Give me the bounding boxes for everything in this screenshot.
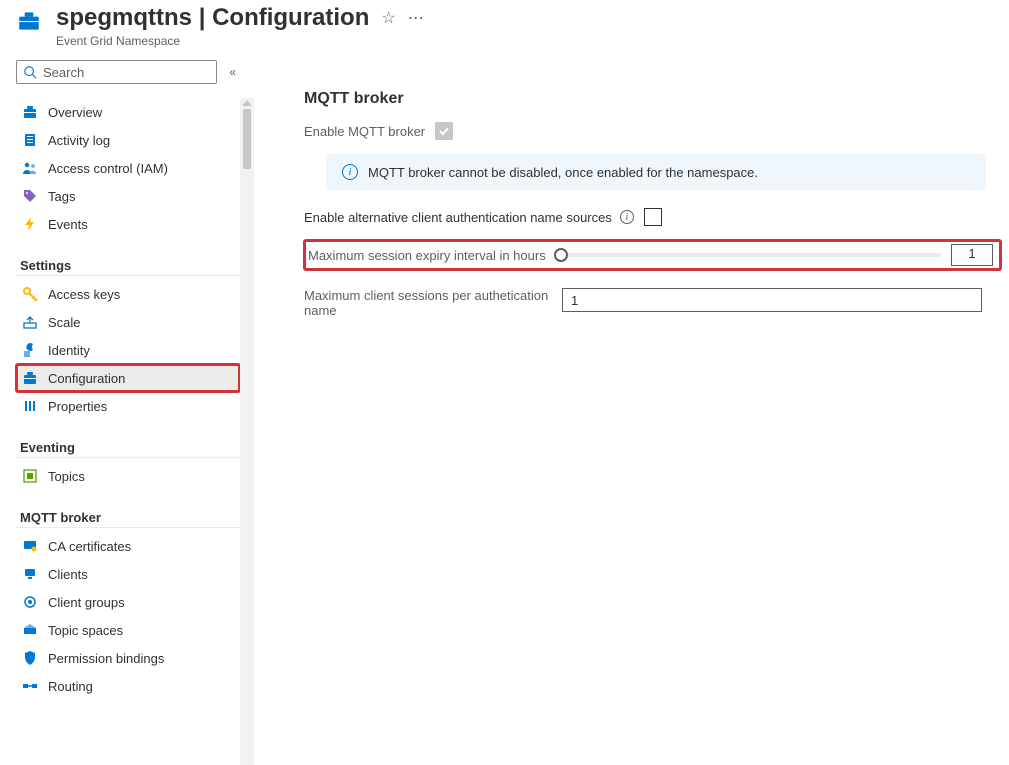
sidebar-item-label: Events bbox=[48, 217, 88, 232]
clientgroups-icon bbox=[22, 594, 38, 610]
properties-icon bbox=[22, 398, 38, 414]
alt-auth-label: Enable alternative client authentication… bbox=[304, 210, 612, 225]
session-expiry-label: Maximum session expiry interval in hours bbox=[308, 248, 548, 263]
sidebar-item-permission-bindings[interactable]: Permission bindings bbox=[16, 644, 240, 672]
alt-auth-checkbox[interactable] bbox=[644, 208, 662, 226]
topics-icon bbox=[22, 468, 38, 484]
cert-icon bbox=[22, 538, 38, 554]
sidebar-item-properties[interactable]: Properties bbox=[16, 392, 240, 420]
sidebar-item-label: Overview bbox=[48, 105, 102, 120]
topicspaces-icon bbox=[22, 622, 38, 638]
info-banner: i MQTT broker cannot be disabled, once e… bbox=[326, 154, 986, 190]
key-icon bbox=[22, 286, 38, 302]
sidebar-heading-settings: Settings bbox=[16, 252, 240, 276]
favorite-button[interactable]: ☆ bbox=[381, 8, 395, 28]
slider-thumb-icon[interactable] bbox=[554, 248, 568, 262]
max-sessions-input[interactable] bbox=[562, 288, 982, 312]
sidebar-item-tags[interactable]: Tags bbox=[16, 182, 240, 210]
sidebar-item-overview[interactable]: Overview bbox=[16, 98, 240, 126]
resource-name: spegmqttns bbox=[56, 4, 192, 31]
clients-icon bbox=[22, 566, 38, 582]
identity-icon bbox=[22, 342, 38, 358]
session-expiry-slider[interactable] bbox=[558, 253, 941, 257]
sidebar-item-client-groups[interactable]: Client groups bbox=[16, 588, 240, 616]
sidebar-item-label: Topics bbox=[48, 469, 85, 484]
sidebar-item-label: Tags bbox=[48, 189, 75, 204]
page-name: Configuration bbox=[212, 4, 369, 31]
max-sessions-label: Maximum client sessions per autheticatio… bbox=[304, 288, 552, 318]
sidebar-item-label: Activity log bbox=[48, 133, 110, 148]
sidebar-item-configuration[interactable]: Configuration bbox=[16, 364, 240, 392]
session-expiry-row: Maximum session expiry interval in hours… bbox=[304, 240, 1001, 270]
shield-icon bbox=[22, 650, 38, 666]
sidebar-item-clients[interactable]: Clients bbox=[16, 560, 240, 588]
sidebar-search-input[interactable]: Search bbox=[16, 60, 217, 84]
more-actions-button[interactable]: ⋯ bbox=[408, 8, 424, 28]
sidebar-item-label: Configuration bbox=[48, 371, 125, 386]
scale-icon bbox=[22, 314, 38, 330]
sidebar-item-label: Permission bindings bbox=[48, 651, 164, 666]
sidebar-item-label: Routing bbox=[48, 679, 93, 694]
sidebar-item-topics[interactable]: Topics bbox=[16, 462, 240, 490]
briefcase-icon bbox=[22, 370, 38, 386]
sidebar-item-label: Topic spaces bbox=[48, 623, 123, 638]
main-content: MQTT broker Enable MQTT broker i MQTT br… bbox=[248, 58, 1009, 765]
session-expiry-value[interactable]: 1 bbox=[951, 244, 993, 266]
section-title: MQTT broker bbox=[304, 90, 1001, 108]
sidebar-item-label: Client groups bbox=[48, 595, 125, 610]
sidebar-item-label: Access control (IAM) bbox=[48, 161, 168, 176]
log-icon bbox=[22, 132, 38, 148]
info-banner-text: MQTT broker cannot be disabled, once ena… bbox=[368, 165, 758, 180]
sidebar-item-label: Scale bbox=[48, 315, 81, 330]
sidebar-item-label: Clients bbox=[48, 567, 88, 582]
sidebar-item-access-keys[interactable]: Access keys bbox=[16, 280, 240, 308]
sidebar-item-label: Identity bbox=[48, 343, 90, 358]
collapse-sidebar-button[interactable]: « bbox=[225, 65, 240, 79]
sidebar-item-identity[interactable]: Identity bbox=[16, 336, 240, 364]
info-icon[interactable]: i bbox=[620, 210, 634, 224]
sidebar-item-routing[interactable]: Routing bbox=[16, 672, 240, 700]
sidebar-heading-mqtt: MQTT broker bbox=[16, 504, 240, 528]
check-icon bbox=[438, 125, 450, 137]
resource-type-icon bbox=[16, 8, 42, 34]
search-icon bbox=[23, 65, 37, 79]
resource-type-label: Event Grid Namespace bbox=[56, 34, 424, 48]
sidebar-item-activity-log[interactable]: Activity log bbox=[16, 126, 240, 154]
routing-icon bbox=[22, 678, 38, 694]
page-title: spegmqttns | Configuration bbox=[56, 4, 369, 32]
bolt-icon bbox=[22, 216, 38, 232]
briefcase-icon bbox=[22, 104, 38, 120]
sidebar-scrollbar[interactable] bbox=[240, 98, 254, 765]
sidebar-item-label: CA certificates bbox=[48, 539, 131, 554]
sidebar-item-events[interactable]: Events bbox=[16, 210, 240, 238]
sidebar-item-label: Properties bbox=[48, 399, 107, 414]
page-header: spegmqttns | Configuration ☆ ⋯ Event Gri… bbox=[0, 0, 1009, 58]
sidebar-item-topic-spaces[interactable]: Topic spaces bbox=[16, 616, 240, 644]
sidebar-item-access-control-iam-[interactable]: Access control (IAM) bbox=[16, 154, 240, 182]
sidebar-item-label: Access keys bbox=[48, 287, 120, 302]
sidebar-heading-eventing: Eventing bbox=[16, 434, 240, 458]
sidebar-item-scale[interactable]: Scale bbox=[16, 308, 240, 336]
enable-broker-label: Enable MQTT broker bbox=[304, 124, 425, 139]
sidebar: Search « Overview Activity log Access cont… bbox=[0, 58, 248, 765]
info-icon: i bbox=[342, 164, 358, 180]
sidebar-item-ca-certificates[interactable]: CA certificates bbox=[16, 532, 240, 560]
enable-broker-checkbox bbox=[435, 122, 453, 140]
tag-icon bbox=[22, 188, 38, 204]
iam-icon bbox=[22, 160, 38, 176]
